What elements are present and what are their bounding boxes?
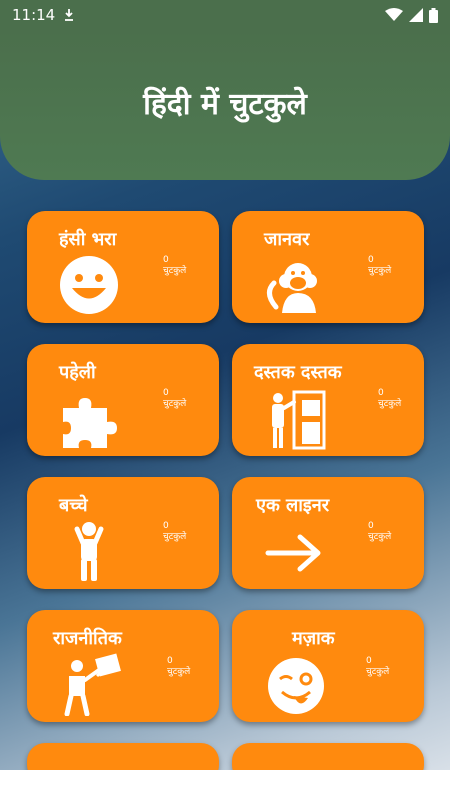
category-card-riddles[interactable]: पहेली 0 चुटकुले bbox=[27, 344, 219, 456]
card-title: एक लाइनर bbox=[256, 495, 330, 516]
arrow-right-icon bbox=[265, 534, 321, 572]
joke-count: 0 चुटकुले bbox=[368, 521, 391, 543]
count-label: चुटकुले bbox=[163, 266, 187, 276]
card-title: जानवर bbox=[264, 229, 310, 250]
count-number: 0 bbox=[366, 656, 372, 666]
count-number: 0 bbox=[163, 388, 169, 398]
card-title: हंसी भरा bbox=[59, 229, 117, 250]
child-icon bbox=[74, 522, 104, 581]
count-label: चुटकुले bbox=[378, 399, 402, 409]
category-card-animals[interactable]: जानवर 0 चुटकुले bbox=[232, 211, 424, 323]
count-label: चुटकुले bbox=[368, 266, 392, 276]
count-label: चुटकुले bbox=[167, 667, 191, 677]
door-knock-icon bbox=[272, 390, 326, 450]
monkey-icon bbox=[267, 263, 317, 313]
count-number: 0 bbox=[163, 255, 169, 265]
joke-count: 0 चुटकुले bbox=[366, 656, 389, 678]
joke-count: 0 चुटकुले bbox=[163, 255, 186, 277]
joke-count: 0 चुटकुले bbox=[167, 656, 190, 678]
card-title: मज़ाक bbox=[292, 628, 335, 649]
smiley-icon bbox=[60, 256, 118, 314]
count-label: चुटकुले bbox=[366, 667, 390, 677]
category-card-political[interactable]: राजनीतिक 0 चुटकुले bbox=[27, 610, 219, 722]
bottom-navigation-area bbox=[0, 770, 450, 800]
joke-count: 0 चुटकुले bbox=[378, 388, 401, 410]
protester-icon bbox=[64, 653, 121, 716]
category-grid: हंसी भरा 0 चुटकुले जानवर 0 चुटकुले पहेली… bbox=[0, 0, 450, 800]
count-label: चुटकुले bbox=[368, 532, 392, 542]
count-number: 0 bbox=[378, 388, 384, 398]
count-number: 0 bbox=[368, 255, 374, 265]
puzzle-icon bbox=[63, 398, 117, 448]
winking-tongue-icon bbox=[268, 658, 324, 714]
category-card-kids[interactable]: बच्चे 0 चुटकुले bbox=[27, 477, 219, 589]
category-card-joke[interactable]: मज़ाक 0 चुटकुले bbox=[232, 610, 424, 722]
count-number: 0 bbox=[163, 521, 169, 531]
card-title: पहेली bbox=[59, 362, 96, 383]
card-title: बच्चे bbox=[59, 495, 88, 516]
category-card-funny[interactable]: हंसी भरा 0 चुटकुले bbox=[27, 211, 219, 323]
joke-count: 0 चुटकुले bbox=[163, 521, 186, 543]
joke-count: 0 चुटकुले bbox=[368, 255, 391, 277]
card-title: दस्तक दस्तक bbox=[254, 362, 342, 383]
card-title: राजनीतिक bbox=[53, 628, 122, 649]
category-card-knock-knock[interactable]: दस्तक दस्तक 0 चुटकुले bbox=[232, 344, 424, 456]
joke-count: 0 चुटकुले bbox=[163, 388, 186, 410]
category-card-one-liner[interactable]: एक लाइनर 0 चुटकुले bbox=[232, 477, 424, 589]
count-number: 0 bbox=[167, 656, 173, 666]
count-number: 0 bbox=[368, 521, 374, 531]
count-label: चुटकुले bbox=[163, 532, 187, 542]
count-label: चुटकुले bbox=[163, 399, 187, 409]
